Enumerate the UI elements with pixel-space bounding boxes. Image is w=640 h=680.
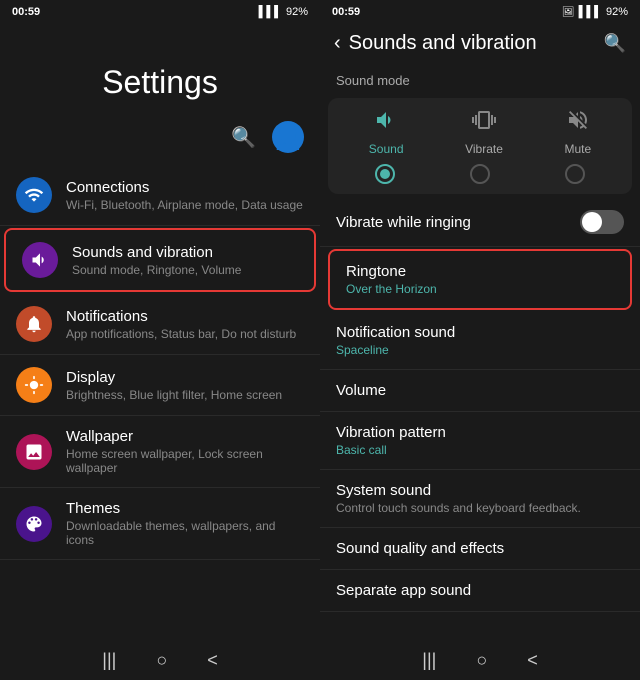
right-nav-back[interactable]: < (527, 650, 538, 671)
sound-label: Sound (369, 142, 404, 156)
right-nav-menu[interactable]: ||| (422, 650, 436, 671)
search-row: 🔍 👤 (0, 121, 320, 165)
settings-item-connections[interactable]: Connections Wi-Fi, Bluetooth, Airplane m… (0, 165, 320, 226)
sound-icon (374, 108, 398, 138)
volume-row[interactable]: Volume (320, 370, 640, 412)
right-search-icon[interactable]: 🔍 (604, 33, 626, 54)
notification-sound-row[interactable]: Notification sound Spaceline (320, 312, 640, 370)
left-panel: 00:59 ▌▌▌ 92% Settings 🔍 👤 Connections W… (0, 0, 320, 680)
sound-option-mute[interactable]: Mute (565, 108, 592, 156)
left-status-icons: ▌▌▌ 92% (259, 6, 308, 18)
settings-list: Connections Wi-Fi, Bluetooth, Airplane m… (0, 165, 320, 640)
themes-subtitle: Downloadable themes, wallpapers, and ico… (66, 519, 304, 547)
vibrate-while-ringing-row[interactable]: Vibrate while ringing (320, 198, 640, 247)
right-time: 00:59 (332, 6, 360, 18)
left-nav-bar: ||| ○ < (0, 640, 320, 680)
notifications-title: Notifications (66, 308, 304, 325)
right-page-title: Sounds and vibration (349, 32, 537, 55)
sound-mode-label: Sound mode (320, 63, 640, 94)
left-signal-icon: ▌▌▌ (259, 6, 282, 18)
themes-title: Themes (66, 500, 304, 517)
left-nav-back[interactable]: < (207, 650, 218, 671)
notifications-text: Notifications App notifications, Status … (66, 308, 304, 341)
settings-title: Settings (0, 24, 320, 121)
connections-title: Connections (66, 179, 304, 196)
settings-item-notifications[interactable]: Notifications App notifications, Status … (0, 294, 320, 355)
vibration-pattern-row[interactable]: Vibration pattern Basic call (320, 412, 640, 470)
sounds-text: Sounds and vibration Sound mode, Rington… (72, 244, 298, 277)
radio-vibrate[interactable] (470, 164, 490, 184)
left-nav-home[interactable]: ○ (156, 650, 167, 671)
sounds-subtitle: Sound mode, Ringtone, Volume (72, 263, 298, 277)
left-status-bar: 00:59 ▌▌▌ 92% (0, 0, 320, 24)
system-sound-subtitle: Control touch sounds and keyboard feedba… (336, 501, 624, 515)
volume-title: Volume (336, 382, 624, 399)
vibration-pattern-value: Basic call (336, 443, 624, 457)
sounds-icon (22, 242, 58, 278)
ringtone-title: Ringtone (346, 263, 614, 280)
themes-text: Themes Downloadable themes, wallpapers, … (66, 500, 304, 547)
wallpaper-text: Wallpaper Home screen wallpaper, Lock sc… (66, 428, 304, 475)
radio-sound[interactable] (375, 164, 395, 184)
sound-mode-options: Sound Vibrate Mute (338, 108, 622, 156)
right-photo-icon: 🖼 (562, 7, 575, 18)
vibration-pattern-title: Vibration pattern (336, 424, 624, 441)
right-title-container: ‹ Sounds and vibration (334, 32, 537, 55)
connections-text: Connections Wi-Fi, Bluetooth, Airplane m… (66, 179, 304, 212)
sounds-title: Sounds and vibration (72, 244, 298, 261)
left-time: 00:59 (12, 6, 40, 18)
themes-icon (16, 506, 52, 542)
ringtone-value: Over the Horizon (346, 282, 614, 296)
connections-icon (16, 177, 52, 213)
notification-sound-value: Spaceline (336, 343, 624, 357)
vibrate-label: Vibrate (465, 142, 503, 156)
separate-app-title: Separate app sound (336, 582, 624, 599)
display-text: Display Brightness, Blue light filter, H… (66, 369, 304, 402)
left-battery: 92% (286, 6, 308, 18)
right-battery: 92% (606, 6, 628, 18)
wallpaper-icon (16, 434, 52, 470)
mute-icon (566, 108, 590, 138)
right-content: Sound mode Sound Vibrate (320, 63, 640, 640)
sound-mode-section: Sound Vibrate Mute (328, 98, 632, 194)
right-signal-icon: ▌▌▌ (579, 6, 602, 18)
notification-sound-title: Notification sound (336, 324, 624, 341)
vibrate-icon (472, 108, 496, 138)
sound-option-sound[interactable]: Sound (369, 108, 404, 156)
right-status-bar: 00:59 🖼 ▌▌▌ 92% (320, 0, 640, 24)
vibrate-while-ringing-label: Vibrate while ringing (336, 214, 471, 231)
notifications-subtitle: App notifications, Status bar, Do not di… (66, 327, 304, 341)
search-icon[interactable]: 🔍 (231, 125, 256, 150)
separate-app-sound-row[interactable]: Separate app sound (320, 570, 640, 612)
radio-mute[interactable] (565, 164, 585, 184)
radio-row (338, 164, 622, 184)
left-nav-menu[interactable]: ||| (102, 650, 116, 671)
right-panel: 00:59 🖼 ▌▌▌ 92% ‹ Sounds and vibration 🔍… (320, 0, 640, 680)
right-nav-home[interactable]: ○ (476, 650, 487, 671)
settings-item-themes[interactable]: Themes Downloadable themes, wallpapers, … (0, 488, 320, 560)
notifications-icon (16, 306, 52, 342)
ringtone-row[interactable]: Ringtone Over the Horizon (328, 249, 632, 310)
settings-item-wallpaper[interactable]: Wallpaper Home screen wallpaper, Lock sc… (0, 416, 320, 488)
wallpaper-subtitle: Home screen wallpaper, Lock screen wallp… (66, 447, 304, 475)
system-sound-title: System sound (336, 482, 624, 499)
settings-item-sounds[interactable]: Sounds and vibration Sound mode, Rington… (4, 228, 316, 292)
mute-label: Mute (565, 142, 592, 156)
right-title-row: ‹ Sounds and vibration 🔍 (320, 24, 640, 63)
profile-icon[interactable]: 👤 (272, 121, 304, 153)
back-button[interactable]: ‹ (334, 32, 341, 55)
right-nav-bar: ||| ○ < (320, 640, 640, 680)
display-subtitle: Brightness, Blue light filter, Home scre… (66, 388, 304, 402)
system-sound-row[interactable]: System sound Control touch sounds and ke… (320, 470, 640, 528)
vibrate-toggle[interactable] (580, 210, 624, 234)
right-status-icons: 🖼 ▌▌▌ 92% (562, 6, 628, 18)
sound-quality-row[interactable]: Sound quality and effects (320, 528, 640, 570)
display-title: Display (66, 369, 304, 386)
display-icon (16, 367, 52, 403)
settings-item-display[interactable]: Display Brightness, Blue light filter, H… (0, 355, 320, 416)
connections-subtitle: Wi-Fi, Bluetooth, Airplane mode, Data us… (66, 198, 304, 212)
wallpaper-title: Wallpaper (66, 428, 304, 445)
sound-option-vibrate[interactable]: Vibrate (465, 108, 503, 156)
sound-quality-title: Sound quality and effects (336, 540, 624, 557)
